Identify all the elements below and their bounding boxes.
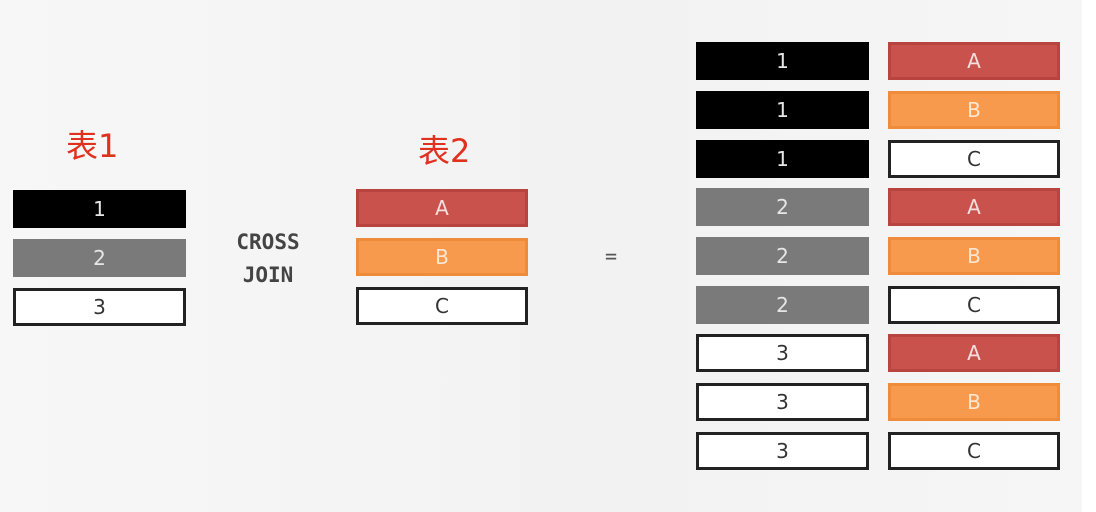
result-left-9: 3 bbox=[696, 432, 869, 470]
result-left-6: 2 bbox=[696, 286, 869, 324]
result-right-6: C bbox=[888, 286, 1060, 324]
result-left-7: 3 bbox=[696, 334, 869, 372]
table2-row-c: C bbox=[356, 287, 528, 325]
result-left-4: 2 bbox=[696, 188, 869, 226]
result-left-8: 3 bbox=[696, 383, 869, 421]
result-right-7: A bbox=[888, 334, 1060, 372]
operator-line-1: CROSS bbox=[236, 230, 300, 254]
table2-title: 表2 bbox=[418, 132, 471, 170]
equals-sign: = bbox=[605, 244, 618, 268]
result-right-2: B bbox=[888, 91, 1060, 129]
result-right-3: C bbox=[888, 140, 1060, 178]
operator-line-2: JOIN bbox=[242, 263, 294, 287]
result-right-5: B bbox=[888, 237, 1060, 275]
result-right-8: B bbox=[888, 383, 1060, 421]
result-right-9: C bbox=[888, 432, 1060, 470]
table1-row-2: 2 bbox=[13, 239, 186, 277]
right-border bbox=[1082, 0, 1096, 512]
result-right-1: A bbox=[888, 42, 1060, 80]
result-left-1: 1 bbox=[696, 42, 869, 80]
table1-title: 表1 bbox=[66, 127, 119, 165]
result-right-4: A bbox=[888, 188, 1060, 226]
table2-row-b: B bbox=[356, 238, 528, 276]
table2-row-a: A bbox=[356, 189, 528, 227]
result-left-3: 1 bbox=[696, 140, 869, 178]
result-left-2: 1 bbox=[696, 91, 869, 129]
cross-join-operator: CROSS JOIN bbox=[218, 226, 318, 292]
table1-row-3: 3 bbox=[13, 288, 186, 326]
result-left-5: 2 bbox=[696, 237, 869, 275]
table1-row-1: 1 bbox=[13, 190, 186, 228]
